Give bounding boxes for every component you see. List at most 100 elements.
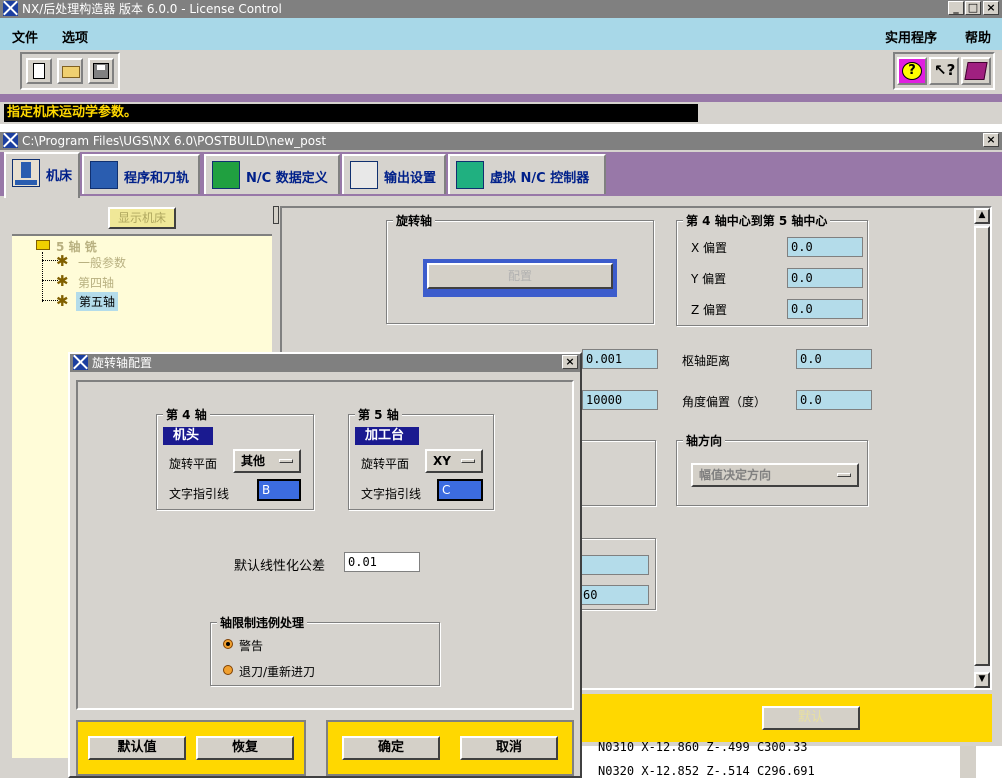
tab-program-label: 程序和刀轨: [124, 171, 190, 186]
display-machine-button[interactable]: 显示机床: [108, 207, 176, 229]
toolbar: ? ↖?: [0, 50, 1002, 94]
post-window-title: C:\Program Files\UGS\NX 6.0\POSTBUILD\ne…: [22, 134, 327, 148]
new-file-button[interactable]: [26, 58, 52, 84]
ok-label: 确定: [377, 740, 404, 755]
tab-machine-label: 机床: [46, 169, 73, 184]
pointer-help-icon: ↖?: [934, 61, 956, 79]
tolerance-field[interactable]: 0.01: [344, 552, 420, 572]
nc-output: N0310 X-12.860 Z-.499 C300.33 N0320 X-12…: [570, 740, 1002, 778]
z-offset-label: Z 偏置: [691, 303, 728, 317]
axis4-title: 第 4 轴: [163, 406, 210, 423]
axis4-leader-label: 文字指引线: [169, 487, 230, 501]
restore-label: 恢复: [231, 740, 258, 755]
y-offset-field[interactable]: 0.0: [787, 268, 863, 288]
axis-direction-value: 幅值决定方向: [699, 468, 772, 482]
save-disk-icon: [93, 63, 109, 79]
axis5-group: 第 5 轴 加工台 旋转平面 XY 文字指引线 C: [348, 406, 494, 510]
help-button[interactable]: ?: [897, 57, 927, 85]
pane-splitter[interactable]: [273, 206, 279, 224]
axis-direction-title: 轴方向: [683, 432, 726, 449]
angle-offset-label: 角度偏置（度）: [682, 395, 767, 409]
axis4-leader-field[interactable]: B: [257, 479, 301, 501]
tree-item-fifth-axis[interactable]: 第五轴: [76, 292, 119, 311]
purple-separator: [0, 94, 1002, 102]
menu-file[interactable]: 文件: [12, 27, 38, 46]
default-button[interactable]: 默认: [762, 706, 860, 730]
axis4-group: 第 4 轴 机头 旋转平面 其他 文字指引线 B: [156, 406, 314, 510]
axis5-title: 第 5 轴: [355, 406, 402, 423]
new-file-icon: [33, 63, 45, 79]
ok-button[interactable]: 确定: [342, 736, 440, 760]
pivot-distance-label: 枢轴距离: [682, 354, 731, 368]
display-machine-label: 显示机床: [117, 211, 166, 225]
dialog-default-button[interactable]: 默认值: [88, 736, 186, 760]
tab-program-toolpath[interactable]: 程序和刀轨: [82, 154, 200, 194]
limit-field-1[interactable]: [579, 555, 649, 575]
vertical-scrollbar[interactable]: ▲ ▼: [974, 208, 990, 688]
x-offset-field[interactable]: 0.0: [787, 237, 863, 257]
axis4-plane-select[interactable]: 其他: [233, 449, 301, 473]
menu-help[interactable]: 帮助: [965, 27, 991, 46]
warning-radio[interactable]: [223, 639, 233, 649]
bottom-button-bar: 默认: [570, 694, 992, 742]
axis5-leader-field[interactable]: C: [437, 479, 483, 501]
tab-virtual-nc-label: 虚拟 N/C 控制器: [490, 171, 590, 186]
cancel-label: 取消: [495, 740, 522, 755]
tab-output-label: 输出设置: [384, 171, 437, 186]
config-button-frame: 配置: [423, 259, 617, 297]
cancel-button[interactable]: 取消: [460, 736, 558, 760]
config-button[interactable]: 配置: [427, 263, 613, 289]
open-file-button[interactable]: [57, 58, 83, 84]
axis5-plane-select[interactable]: XY: [425, 449, 483, 473]
gear-icon: ✱: [56, 272, 69, 290]
limit-violation-group: 轴限制违例处理 警告 退刀/重新进刀: [210, 614, 440, 686]
tolerance-label: 默认线性化公差: [234, 559, 326, 574]
default-button-label: 默认: [797, 710, 824, 725]
axis-center-group: 第 4 轴中心到第 5 轴中心 X 偏置 0.0 Y 偏置 0.0 Z 偏置 0…: [676, 212, 868, 326]
context-help-button[interactable]: ↖?: [929, 57, 959, 85]
limit-violation-title: 轴限制违例处理: [217, 614, 308, 631]
retract-radio[interactable]: [223, 665, 233, 675]
minimize-button[interactable]: _: [948, 1, 964, 15]
limit-field-2[interactable]: 60: [579, 585, 649, 605]
angle-offset-field[interactable]: 0.0: [796, 390, 872, 410]
axis5-plane-value: XY: [433, 454, 451, 468]
pivot-distance-field[interactable]: 0.0: [796, 349, 872, 369]
tab-output[interactable]: 输出设置: [342, 154, 446, 194]
status-bar: 指定机床运动学参数。: [0, 102, 1002, 124]
x-offset-label: X 偏置: [691, 241, 728, 255]
tab-machine[interactable]: 机床: [4, 152, 80, 198]
option-indicator: [279, 459, 293, 463]
max-feed-field[interactable]: 10000: [582, 390, 658, 410]
tree-item-general[interactable]: 一般参数: [78, 254, 126, 271]
axis4-plane-label: 旋转平面: [169, 457, 218, 471]
save-file-button[interactable]: [88, 58, 114, 84]
printer-icon: [350, 161, 378, 189]
close-button[interactable]: ×: [983, 1, 999, 15]
restore-button[interactable]: 恢复: [196, 736, 294, 760]
tab-nc-data[interactable]: N/C 数据定义: [204, 154, 340, 194]
gear-icon: ✱: [56, 292, 69, 310]
scroll-down-button[interactable]: ▼: [974, 672, 990, 688]
axis4-plane-value: 其他: [241, 454, 266, 468]
dialog-close-button[interactable]: ×: [562, 355, 578, 369]
scroll-thumb[interactable]: [974, 226, 990, 666]
nc-line: N0320 X-12.852 Z-.514 C296.691: [598, 764, 815, 778]
axis5-tag: 加工台: [355, 427, 419, 445]
scroll-up-button[interactable]: ▲: [974, 208, 990, 224]
tree-item-fourth-axis[interactable]: 第四轴: [78, 274, 114, 291]
z-offset-field[interactable]: 0.0: [787, 299, 863, 319]
menu-options[interactable]: 选项: [62, 27, 88, 46]
resolution-field[interactable]: 0.001: [582, 349, 658, 369]
retract-label: 退刀/重新进刀: [239, 665, 316, 679]
dialog-icon: [73, 355, 88, 370]
warning-label: 警告: [239, 639, 264, 653]
manual-button[interactable]: [961, 57, 991, 85]
menu-bar: 文件 选项 实用程序 帮助: [0, 18, 1002, 50]
axis-direction-select[interactable]: 幅值决定方向: [691, 463, 859, 487]
nc-scrollbar[interactable]: [960, 746, 976, 778]
menu-utilities[interactable]: 实用程序: [885, 27, 937, 46]
tab-virtual-nc[interactable]: 虚拟 N/C 控制器: [448, 154, 606, 194]
post-window-close-button[interactable]: ×: [983, 133, 999, 147]
maximize-button[interactable]: □: [965, 1, 981, 15]
